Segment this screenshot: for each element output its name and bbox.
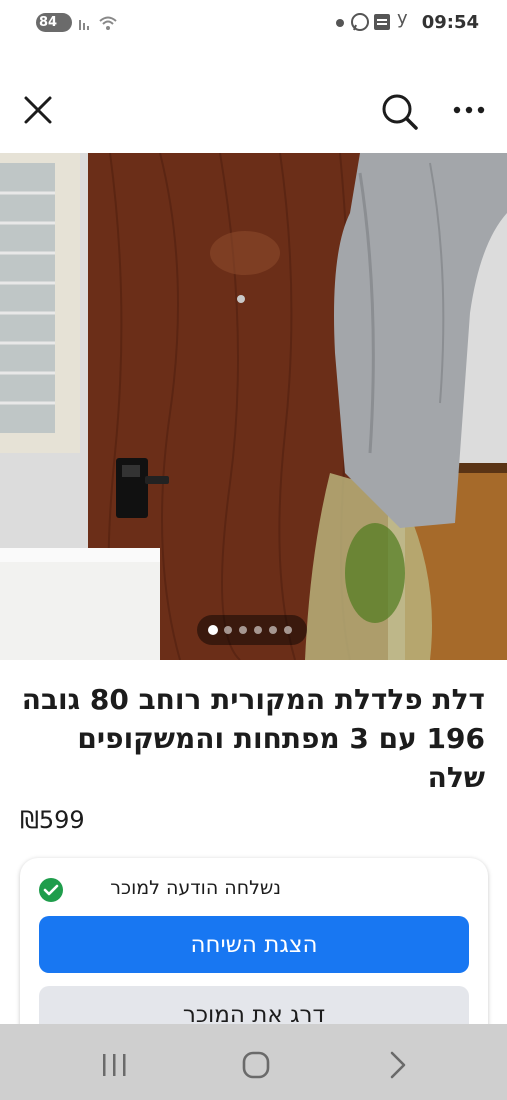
notification-letter: y [397, 8, 408, 29]
message-icon [374, 14, 390, 30]
battery-indicator: 84 [36, 13, 72, 32]
top-bar [0, 78, 507, 142]
notification-dot [336, 19, 344, 27]
listing-photo[interactable] [0, 153, 507, 660]
search-icon[interactable] [380, 92, 420, 132]
carousel-dot [254, 626, 262, 634]
whatsapp-icon [351, 13, 369, 31]
listing-price: ₪599 [20, 806, 85, 834]
clock: 09:54 [421, 12, 479, 33]
recent-apps-icon[interactable] [100, 1052, 130, 1078]
battery-level: 84 [39, 15, 58, 30]
close-icon[interactable] [22, 94, 54, 126]
carousel-dot-active [208, 625, 218, 635]
more-icon[interactable] [452, 104, 488, 116]
carousel-dot [284, 626, 292, 634]
listing-title: דלת פלדלת המקורית רוחב 80 גובה 196 עם 3 … [21, 683, 485, 794]
check-circle-icon [39, 878, 63, 902]
view-chat-button[interactable]: הצגת השיחה [39, 916, 469, 973]
status-bar: 84 y 09:54 [0, 0, 507, 45]
home-icon[interactable] [240, 1049, 272, 1081]
system-nav-bar [0, 1024, 507, 1100]
carousel-dot [224, 626, 232, 634]
back-chevron-icon[interactable] [386, 1050, 410, 1080]
signal-wifi-icon [79, 16, 117, 30]
photo-carousel-indicator[interactable] [197, 615, 307, 645]
door-photo-illustration [0, 153, 507, 660]
carousel-dot [269, 626, 277, 634]
carousel-dot [239, 626, 247, 634]
message-sent-status: נשלחה הודעה למוכר [110, 877, 281, 899]
